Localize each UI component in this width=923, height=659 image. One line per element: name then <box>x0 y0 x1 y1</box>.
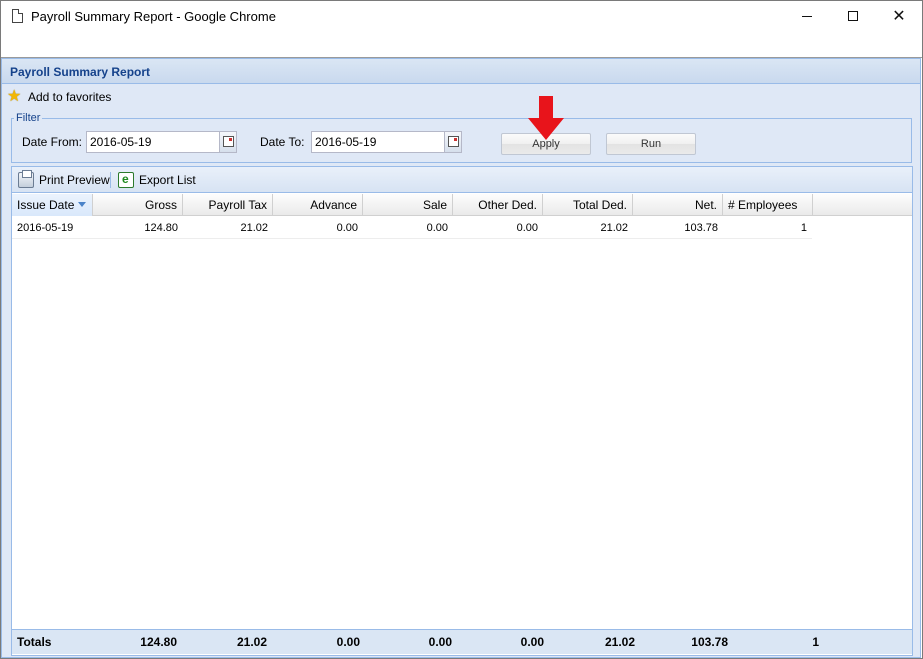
total-total-ded: 21.02 <box>604 635 635 649</box>
total-payroll-tax: 21.02 <box>236 635 267 649</box>
grid-toolbar: Print Preview Export List <box>12 167 912 193</box>
export-list-label: Export List <box>139 173 196 187</box>
date-from-input[interactable]: 2016-05-19 <box>86 131 220 153</box>
column-header-other-ded[interactable]: Other Ded. <box>453 194 543 216</box>
address-bar[interactable] <box>1 32 922 58</box>
window-title: Payroll Summary Report - Google Chrome <box>31 9 276 24</box>
sort-desc-icon <box>78 202 87 207</box>
cell-employees: 1 <box>800 222 807 234</box>
favorites-bar: ★ Add to favorites <box>2 85 920 109</box>
report-panel: Payroll Summary Report ★ Add to favorite… <box>1 58 921 658</box>
total-gross: 124.80 <box>140 635 177 649</box>
export-icon <box>118 172 134 188</box>
calendar-icon <box>223 136 234 147</box>
payroll-grid: Print Preview Export List Issue Date Gro… <box>11 166 913 656</box>
title-bar: Payroll Summary Report - Google Chrome ✕ <box>1 1 922 32</box>
totals-label: Totals <box>17 635 52 649</box>
grid-header: Issue Date Gross Payroll Tax Advance Sal… <box>12 194 912 216</box>
close-button[interactable]: ✕ <box>876 1 922 32</box>
export-list-button[interactable]: Export List <box>118 171 196 189</box>
cell-gross: 124.80 <box>144 222 178 234</box>
column-header-advance[interactable]: Advance <box>273 194 363 216</box>
cell-payroll-tax: 21.02 <box>240 222 268 234</box>
minimize-icon <box>802 16 812 17</box>
filter-legend: Filter <box>14 112 43 124</box>
column-header-employees[interactable]: # Employees <box>723 194 813 216</box>
column-header-issue-date[interactable]: Issue Date <box>12 194 93 216</box>
cell-total-ded: 21.02 <box>600 222 628 234</box>
total-employees: 1 <box>812 635 819 649</box>
minimize-button[interactable] <box>784 1 830 32</box>
date-to-picker-button[interactable] <box>444 131 462 153</box>
column-header-net[interactable]: Net. <box>633 194 723 216</box>
cell-other-ded: 0.00 <box>516 222 538 234</box>
star-icon: ★ <box>7 88 22 105</box>
totals-row: Totals 124.80 21.02 0.00 0.00 0.00 21.02… <box>12 629 912 654</box>
cell-net: 103.78 <box>684 222 718 234</box>
date-to-input[interactable]: 2016-05-19 <box>311 131 445 153</box>
red-arrow-indicator <box>528 96 564 140</box>
cell-sale: 0.00 <box>426 222 448 234</box>
total-other-ded: 0.00 <box>520 635 544 649</box>
print-preview-label: Print Preview <box>39 173 110 187</box>
maximize-icon <box>848 11 858 21</box>
calendar-icon <box>448 136 459 147</box>
toolbar-separator <box>110 172 111 188</box>
run-button[interactable]: Run <box>606 133 696 155</box>
date-to-label: Date To: <box>260 135 305 149</box>
total-advance: 0.00 <box>336 635 360 649</box>
date-from-picker-button[interactable] <box>219 131 237 153</box>
column-header-payroll-tax[interactable]: Payroll Tax <box>183 194 273 216</box>
panel-header: Payroll Summary Report <box>2 59 920 84</box>
maximize-button[interactable] <box>830 1 876 32</box>
printer-icon <box>18 170 34 188</box>
table-row[interactable]: 2016-05-19 124.80 21.02 0.00 0.00 0.00 2… <box>12 217 812 239</box>
column-header-sale[interactable]: Sale <box>363 194 453 216</box>
column-header-total-ded[interactable]: Total Ded. <box>543 194 633 216</box>
panel-title: Payroll Summary Report <box>10 65 151 79</box>
cell-issue-date: 2016-05-19 <box>17 222 74 234</box>
close-icon: ✕ <box>892 8 906 25</box>
cell-advance: 0.00 <box>336 222 358 234</box>
favorites-label: Add to favorites <box>28 90 112 104</box>
add-to-favorites-button[interactable]: ★ Add to favorites <box>7 88 111 106</box>
print-preview-button[interactable]: Print Preview <box>18 170 110 189</box>
column-header-gross[interactable]: Gross <box>93 194 183 216</box>
date-from-label: Date From: <box>22 135 83 149</box>
total-net: 103.78 <box>691 635 728 649</box>
page-icon <box>12 9 23 23</box>
total-sale: 0.00 <box>428 635 452 649</box>
